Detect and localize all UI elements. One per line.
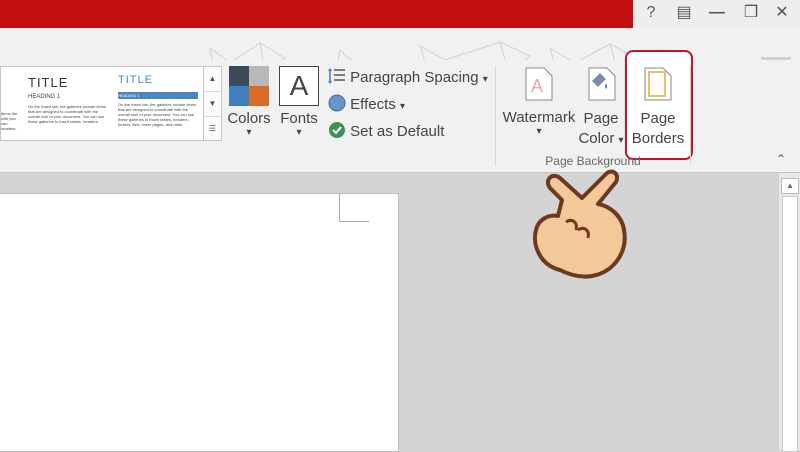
svg-text:A: A: [531, 76, 543, 96]
set-as-default-button[interactable]: Set as Default: [328, 121, 444, 140]
ribbon-display-options-button[interactable]: ▤: [671, 2, 697, 24]
theme-colors-icon: [229, 66, 269, 106]
effects-button[interactable]: Effects ▾: [328, 94, 405, 113]
paragraph-spacing-icon: [328, 68, 345, 84]
page-color-icon: [588, 67, 616, 101]
chevron-down-icon: ▾: [536, 126, 542, 137]
margin-marker: [339, 193, 340, 221]
gallery-scroll-up-button[interactable]: ▲: [204, 67, 221, 92]
pointing-hand-icon: [533, 169, 627, 279]
effects-label: Effects: [350, 96, 396, 113]
title-bar-accent: [0, 0, 633, 28]
effects-icon: [328, 94, 346, 112]
paragraph-spacing-label: Paragraph Spacing: [350, 69, 479, 86]
gallery-more-button[interactable]: ☰: [204, 117, 221, 141]
help-button[interactable]: ?: [638, 2, 664, 24]
page-borders-label: Page Borders: [628, 109, 688, 149]
page-color-label-text: Color: [578, 130, 615, 147]
chevron-down-icon: ▾: [482, 74, 488, 85]
page-color-label-line2: Color ▾: [576, 129, 626, 151]
collapse-ribbon-button[interactable]: ⌃: [776, 152, 786, 166]
watermark-icon: A: [525, 67, 553, 101]
chevron-down-icon: ▾: [399, 101, 405, 112]
minimize-button[interactable]: —: [704, 2, 730, 24]
group-separator: [495, 66, 496, 166]
close-button[interactable]: ✕: [769, 2, 795, 24]
style-thumb-title: TITLE: [28, 75, 69, 90]
set-as-default-label: Set as Default: [350, 123, 445, 140]
style-thumb-body: On the Insert tab, the galleries include…: [28, 104, 107, 124]
check-icon: [329, 122, 345, 138]
chevron-down-icon: ▾: [618, 135, 624, 146]
page-borders-icon: [644, 67, 672, 101]
gallery-scroll-down-button[interactable]: ▼: [204, 92, 221, 117]
title-bar: ? ▤ ❒ ✕ —: [0, 0, 800, 28]
page-borders-label-line1: Page: [640, 110, 676, 127]
theme-fonts-icon: A: [279, 66, 319, 106]
style-thumb-partial[interactable]: items the with you can headers,: [1, 111, 23, 131]
chevron-down-icon: ▾: [246, 127, 252, 138]
paragraph-spacing-button[interactable]: Paragraph Spacing ▾: [328, 67, 488, 86]
scroll-thumb[interactable]: [782, 196, 798, 452]
style-thumb-body: On the Insert tab, the galleries include…: [118, 102, 197, 127]
style-thumb-title: TITLE: [118, 74, 153, 86]
restore-button[interactable]: ❒: [738, 2, 764, 24]
colors-button[interactable]: Colors ▾: [224, 65, 274, 150]
style-thumb-heading: HEADING 1: [28, 94, 61, 100]
style-thumb-heading: HEADING 1: [118, 92, 198, 99]
group-separator: [690, 66, 691, 166]
page-color-label: Page Color ▾: [576, 109, 626, 151]
document-page[interactable]: [0, 193, 399, 452]
colors-label: Colors: [227, 110, 271, 127]
scroll-up-button[interactable]: ▲: [781, 178, 799, 194]
watermark-label: Watermark: [502, 109, 576, 126]
gallery-scrollbar: ▲ ▼ ☰: [203, 66, 222, 141]
watermark-button[interactable]: A Watermark ▾: [500, 67, 578, 152]
style-set-gallery[interactable]: items the with you can headers, TITLE HE…: [0, 66, 205, 141]
page-borders-button[interactable]: Page Borders: [628, 67, 688, 152]
page-color-button[interactable]: Page Color ▾: [576, 67, 626, 152]
page-borders-label-line2: Borders: [631, 130, 685, 147]
fonts-label: Fonts: [280, 110, 318, 127]
margin-marker: [339, 221, 369, 222]
page-color-label-line1: Page: [583, 110, 619, 127]
chevron-down-icon: ▾: [296, 127, 302, 138]
fonts-button[interactable]: A Fonts ▾: [275, 65, 323, 150]
